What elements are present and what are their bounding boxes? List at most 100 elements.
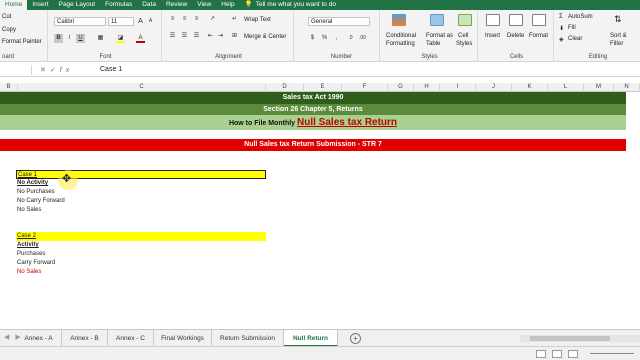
sort-filter-label-2[interactable]: Filter <box>610 41 623 47</box>
format-cells-icon[interactable] <box>532 14 546 26</box>
title-band-act[interactable]: Sales tax Act 1990 <box>0 92 626 104</box>
column-header-k[interactable]: K <box>512 83 548 92</box>
tab-insert[interactable]: Insert <box>27 0 53 10</box>
cell-styles-label-1[interactable]: Cell <box>458 33 468 39</box>
increase-indent-icon[interactable]: ⇥ <box>216 32 225 41</box>
font-color-icon[interactable]: A <box>136 34 145 43</box>
cut-button[interactable]: Cut <box>2 14 11 20</box>
column-header-n[interactable]: N <box>614 83 640 92</box>
case-2-line-cell[interactable]: Carry Forward <box>17 259 55 268</box>
column-header-c[interactable]: C <box>18 83 266 92</box>
column-header-e[interactable]: E <box>304 83 342 92</box>
tab-data[interactable]: Data <box>137 0 161 10</box>
formula-input[interactable]: Case 1 <box>100 66 122 73</box>
copy-button[interactable]: Copy <box>2 27 16 33</box>
format-as-table-label-2[interactable]: Table <box>426 41 440 47</box>
sheet-tab-final-workings[interactable]: Final Workings <box>154 330 212 347</box>
align-top-icon[interactable]: ≡ <box>168 15 177 24</box>
delete-cells-icon[interactable] <box>509 14 523 26</box>
case-1-line-cell[interactable]: No Purchases <box>17 188 55 197</box>
case-1-line-cell[interactable]: No Carry Forward <box>17 197 65 206</box>
fill-button[interactable]: Fill <box>568 25 576 31</box>
format-as-table-label-1[interactable]: Format as <box>426 33 453 39</box>
case-2-line-cell[interactable]: Purchases <box>17 250 45 259</box>
format-painter-button[interactable]: Format Painter <box>2 39 42 45</box>
fill-color-icon[interactable]: ◪ <box>116 34 125 43</box>
case-2-heading-cell[interactable]: Activity <box>17 241 39 250</box>
case-1-header-cell[interactable]: Case 1 <box>16 170 266 179</box>
enter-icon[interactable]: ✓ <box>50 67 60 74</box>
merge-center-icon[interactable]: ⊞ <box>230 32 239 41</box>
font-name-select[interactable]: Calibri <box>54 17 106 26</box>
normal-view-icon[interactable] <box>536 350 546 358</box>
add-sheet-button[interactable]: + <box>350 333 361 344</box>
italic-button[interactable]: I <box>65 34 74 43</box>
wrap-text-button[interactable]: Wrap Text <box>244 17 271 23</box>
column-header-b[interactable]: B <box>0 83 18 92</box>
clear-button[interactable]: Clear <box>568 36 582 42</box>
zoom-slider[interactable] <box>590 353 634 354</box>
horizontal-scrollbar[interactable] <box>520 335 640 342</box>
tab-formulas[interactable]: Formulas <box>100 0 137 10</box>
align-right-icon[interactable]: ☰ <box>192 32 201 41</box>
font-size-select[interactable]: 11 <box>108 17 134 26</box>
underline-button[interactable]: U <box>76 34 85 43</box>
autosum-button[interactable]: AutoSum <box>568 14 593 20</box>
sheet-tab-return-submission[interactable]: Return Submission <box>212 330 284 347</box>
name-box[interactable] <box>0 65 32 75</box>
number-format-select[interactable]: General <box>308 17 370 26</box>
fill-icon[interactable]: ⬇ <box>559 25 564 32</box>
tell-me-box[interactable]: 💡 Tell me what you want to do <box>240 0 341 10</box>
case-1-line-cell[interactable]: No Sales <box>17 206 41 215</box>
column-header-d[interactable]: D <box>266 83 304 92</box>
align-center-icon[interactable]: ☰ <box>180 32 189 41</box>
fx-icon[interactable]: fx <box>60 67 73 74</box>
column-header-f[interactable]: F <box>342 83 388 92</box>
title-band-submission[interactable]: Null Sales tax Return Submission - STR 7 <box>0 139 626 151</box>
column-header-g[interactable]: G <box>388 83 414 92</box>
cancel-icon[interactable]: ✕ <box>40 67 50 74</box>
cell-styles-label-2[interactable]: Styles <box>456 41 472 47</box>
merge-center-button[interactable]: Merge & Center <box>244 34 286 40</box>
decrease-indent-icon[interactable]: ⇤ <box>206 32 215 41</box>
case-1-heading-cell[interactable]: No Activity <box>17 179 48 188</box>
column-header-i[interactable]: I <box>440 83 476 92</box>
column-header-l[interactable]: L <box>548 83 584 92</box>
sheet-tab-annex-a[interactable]: Annex - A <box>16 330 62 347</box>
title-band-how-to[interactable]: How to File Monthly Null Sales tax Retur… <box>0 115 626 130</box>
page-break-view-icon[interactable] <box>568 350 578 358</box>
column-header-m[interactable]: M <box>584 83 614 92</box>
sheet-tab-annex-b[interactable]: Annex - B <box>62 330 108 347</box>
format-as-table-icon[interactable] <box>430 14 444 26</box>
eraser-icon[interactable]: ◈ <box>559 36 564 43</box>
align-middle-icon[interactable]: ≡ <box>180 15 189 24</box>
insert-cells-button[interactable]: Insert <box>485 33 500 39</box>
cell-styles-icon[interactable] <box>458 14 472 26</box>
sort-filter-label-1[interactable]: Sort & <box>610 33 627 39</box>
page-layout-view-icon[interactable] <box>552 350 562 358</box>
case-2-header-cell[interactable]: Case 2 <box>16 232 266 241</box>
column-header-h[interactable]: H <box>414 83 440 92</box>
align-left-icon[interactable]: ☰ <box>168 32 177 41</box>
tab-review[interactable]: Review <box>161 0 192 10</box>
worksheet-grid[interactable]: Sales tax Act 1990 Section 26 Chapter 5,… <box>0 92 640 329</box>
currency-button[interactable]: $ <box>308 34 317 43</box>
title-band-section[interactable]: Section 26 Chapter 5, Returns <box>0 104 626 115</box>
percent-button[interactable]: % <box>320 34 329 43</box>
wrap-text-icon[interactable]: ↵ <box>230 15 239 24</box>
shrink-font-icon[interactable]: A <box>146 17 155 26</box>
comma-button[interactable]: , <box>332 34 341 43</box>
tab-view[interactable]: View <box>192 0 216 10</box>
borders-icon[interactable]: ▦ <box>96 34 105 43</box>
increase-decimal-icon[interactable]: .0 <box>346 34 355 43</box>
align-bottom-icon[interactable]: ≡ <box>192 15 201 24</box>
insert-cells-icon[interactable] <box>486 14 500 26</box>
conditional-formatting-label-2[interactable]: Formatting <box>386 41 415 47</box>
orientation-icon[interactable]: ↗ <box>208 15 217 24</box>
grow-font-icon[interactable]: A <box>136 17 145 26</box>
sort-filter-icon[interactable]: ⇅ <box>614 14 622 25</box>
conditional-formatting-label-1[interactable]: Conditional <box>386 33 416 39</box>
tab-home[interactable]: Home <box>0 0 28 10</box>
bold-button[interactable]: B <box>54 34 63 43</box>
tab-help[interactable]: Help <box>216 0 239 10</box>
